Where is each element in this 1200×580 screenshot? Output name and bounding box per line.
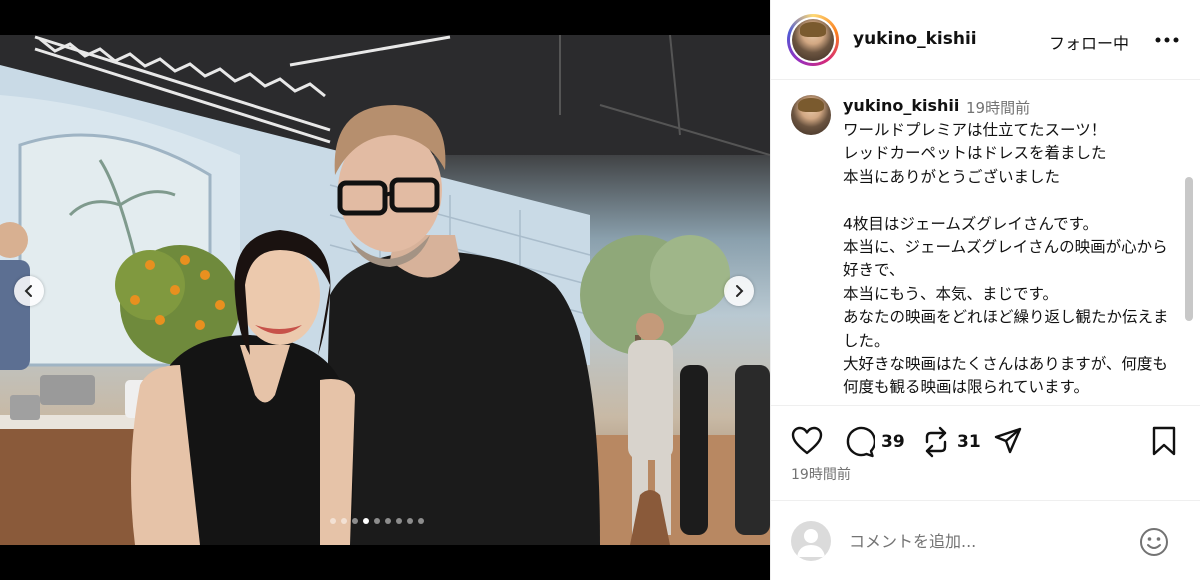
save-button[interactable] [1151,426,1177,456]
heart-icon [791,426,823,455]
following-button[interactable]: フォロー中 [1049,30,1129,54]
caption-time: 19時間前 [966,99,1031,117]
repost-count: 31 [957,432,981,452]
add-comment-bar [771,500,1200,580]
default-user-icon [797,529,825,557]
carousel-dot [418,518,424,524]
share-button[interactable] [993,426,1023,456]
comments-section[interactable]: yukino_kishii 19時間前 ワールドプレミアは仕立てたスーツ！ レッ… [771,81,1200,405]
carousel-dot [396,518,402,524]
post-actions: 39 31 19時間前 [771,405,1200,500]
comments-scrollbar[interactable] [1185,177,1193,321]
header-username[interactable]: yukino_kishii [853,29,977,49]
carousel-dot [374,518,380,524]
comment-button[interactable]: 39 [843,426,905,458]
previous-image-button[interactable] [14,276,44,306]
like-button[interactable] [791,426,823,456]
carousel-dot [407,518,413,524]
post-header: yukino_kishii フォロー中 [771,0,1200,80]
header-avatar[interactable] [792,19,834,61]
repost-icon [925,426,947,458]
more-dots-icon [1155,37,1179,43]
caption-text: ワールドプレミアは仕立てたスーツ！ レッドカーペットはドレスを着ました 本当にあ… [843,121,1169,397]
post-photo [0,35,770,545]
carousel-indicator [330,518,424,524]
carousel-dot [352,518,358,524]
chevron-right-icon [736,285,744,297]
share-paper-plane-icon [994,427,1022,454]
comment-input[interactable] [849,528,1129,554]
smiley-icon [1140,528,1168,556]
repost-button[interactable]: 31 [921,426,981,458]
bookmark-icon [1152,426,1176,456]
post-side-panel: yukino_kishii フォロー中 yukino_kishii 19時間前 … [770,0,1200,580]
caption-avatar[interactable] [791,95,831,135]
chevron-left-icon [24,285,32,297]
next-image-button[interactable] [724,276,754,306]
current-user-avatar [791,521,831,561]
story-ring[interactable] [787,14,839,66]
carousel-dot [330,518,336,524]
photo-illustration [0,35,770,545]
post-media [0,0,770,580]
carousel-dot [341,518,347,524]
emoji-button[interactable] [1138,526,1170,558]
caption-username[interactable]: yukino_kishii [843,96,959,115]
comment-bubble-icon [846,426,875,458]
post-timestamp: 19時間前 [791,467,851,483]
more-options-button[interactable] [1153,26,1181,54]
carousel-dot [363,518,369,524]
comment-count: 39 [881,432,905,452]
carousel-dot [385,518,391,524]
